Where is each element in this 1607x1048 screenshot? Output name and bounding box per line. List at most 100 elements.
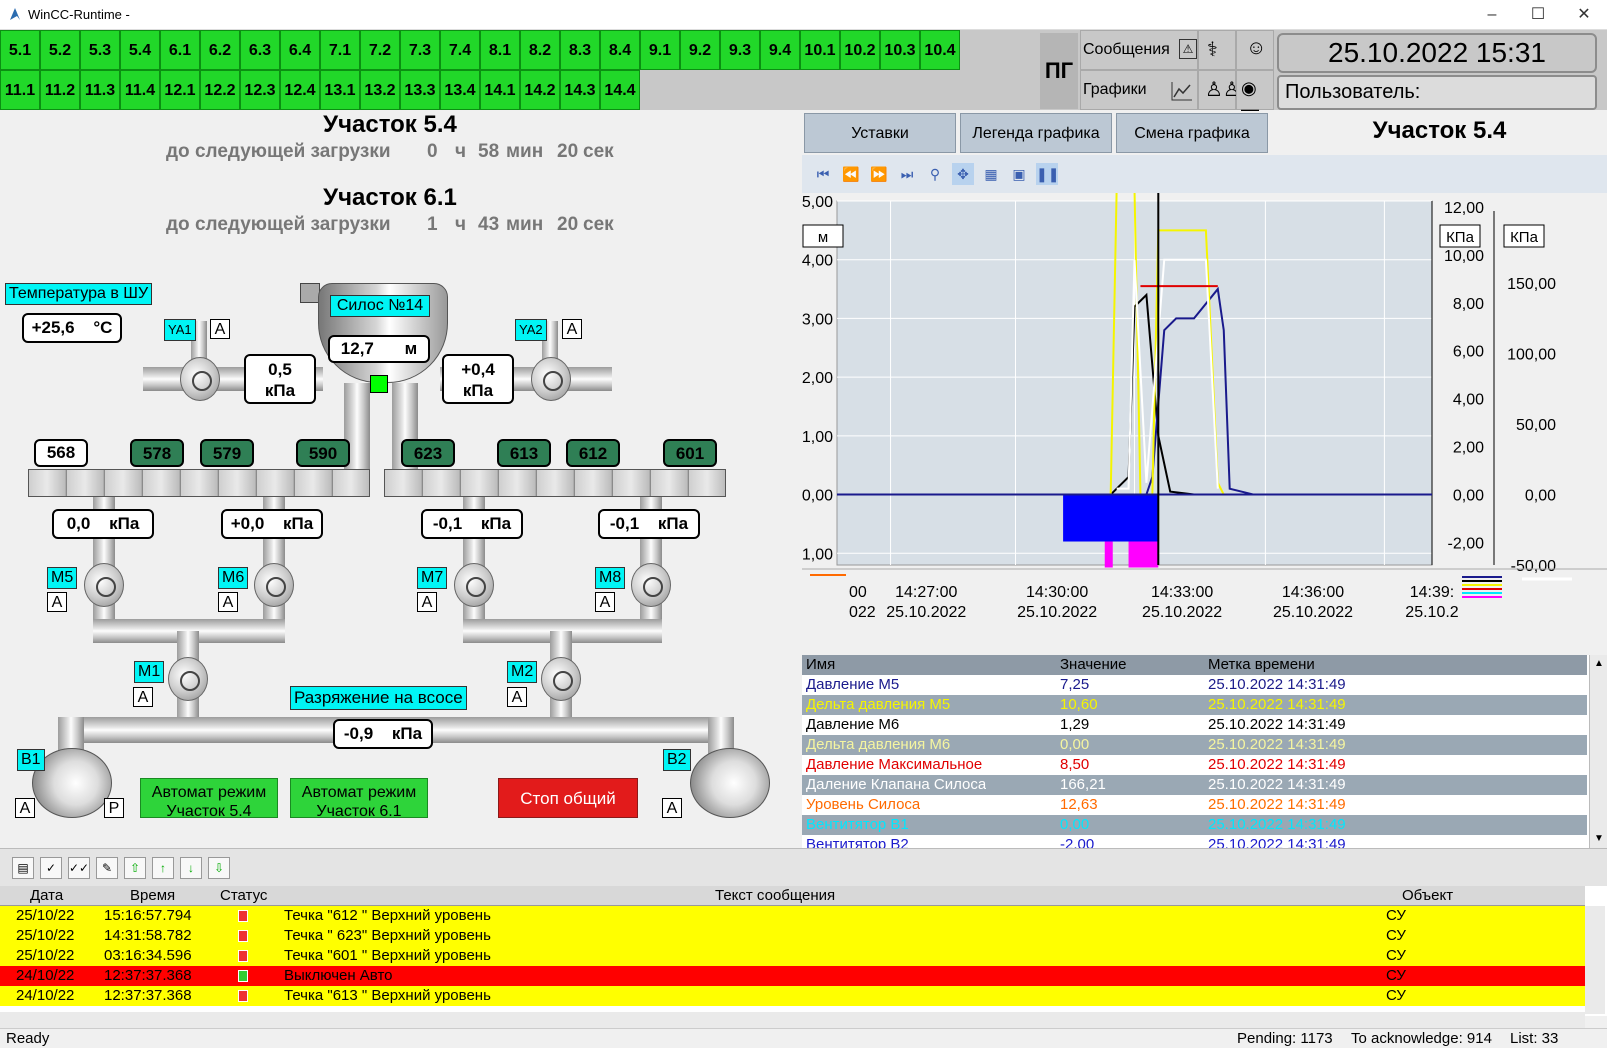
- login-button[interactable]: ◉—: [1236, 70, 1274, 119]
- prev-icon[interactable]: ⏪: [840, 163, 862, 185]
- area-tab[interactable]: 10.1: [800, 30, 840, 70]
- area-tab[interactable]: 11.2: [40, 70, 80, 110]
- area-tab[interactable]: 11.1: [0, 70, 40, 110]
- value-row[interactable]: Давление Максимальное 8,50 25.10.2022 14:3…: [802, 755, 1587, 775]
- silo-indicator[interactable]: [300, 283, 320, 303]
- move-icon[interactable]: ✥: [952, 163, 974, 185]
- area-tab[interactable]: 5.1: [0, 30, 40, 70]
- m7-valve-icon[interactable]: [454, 563, 494, 607]
- m8-mode[interactable]: A: [595, 592, 615, 612]
- alarm-row[interactable]: 25/10/22 15:16:57.794 Течка "612 " Верхний…: [0, 906, 1585, 926]
- area-tab[interactable]: 6.1: [160, 30, 200, 70]
- area-tab[interactable]: 6.3: [240, 30, 280, 70]
- area-tab[interactable]: 5.3: [80, 30, 120, 70]
- area-tab[interactable]: 14.4: [600, 70, 640, 110]
- m1-mode[interactable]: A: [133, 687, 153, 707]
- original-view-icon[interactable]: ▣: [1008, 163, 1030, 185]
- b2-mode-a[interactable]: A: [662, 798, 682, 818]
- value-row[interactable]: Вентитятор В1 0,00 25.10.2022 14:31:49: [802, 815, 1587, 835]
- m2-valve-icon[interactable]: [541, 657, 581, 701]
- next-icon[interactable]: ⏩: [868, 163, 890, 185]
- m5-valve-icon[interactable]: [84, 563, 124, 607]
- alarm-row[interactable]: 25/10/22 03:16:34.596 Течка "601 " Верхний…: [0, 946, 1585, 966]
- auto-mode-6-1-button[interactable]: Автомат режим Участок 6.1: [290, 778, 428, 820]
- last-icon[interactable]: ⏭: [896, 163, 918, 185]
- pause-icon[interactable]: ❚❚: [1036, 163, 1059, 185]
- area-tab[interactable]: 7.2: [360, 30, 400, 70]
- area-tab[interactable]: 6.2: [200, 30, 240, 70]
- area-tab[interactable]: 13.1: [320, 70, 360, 110]
- prev-message-icon[interactable]: ↑: [152, 857, 174, 879]
- area-tab[interactable]: 14.2: [520, 70, 560, 110]
- scroll-down-icon[interactable]: ▼: [1590, 830, 1607, 848]
- area-tab[interactable]: 12.4: [280, 70, 320, 110]
- first-message-icon[interactable]: ⇧: [124, 857, 146, 879]
- ya2-valve-icon[interactable]: [531, 357, 571, 401]
- value-row[interactable]: Давление М6 1,29 25.10.2022 14:31:49: [802, 715, 1587, 735]
- next-message-icon[interactable]: ↓: [180, 857, 202, 879]
- area-tab[interactable]: 12.2: [200, 70, 240, 110]
- area-tab[interactable]: 9.4: [760, 30, 800, 70]
- area-tab[interactable]: 12.3: [240, 70, 280, 110]
- b1-mode-a[interactable]: A: [15, 798, 35, 818]
- area-tab[interactable]: 8.3: [560, 30, 600, 70]
- area-tab[interactable]: 13.4: [440, 70, 480, 110]
- value-row[interactable]: Даление Клапана Силоса 166,21 25.10.2022 1…: [802, 775, 1587, 795]
- ack-icon[interactable]: ✓: [40, 857, 62, 879]
- users-button[interactable]: ♙♙: [1198, 70, 1241, 110]
- counter-568[interactable]: 568: [34, 439, 88, 467]
- stethoscope-button[interactable]: ⚕: [1198, 30, 1236, 70]
- area-tab[interactable]: 9.3: [720, 30, 760, 70]
- counter-613[interactable]: 613: [497, 439, 551, 467]
- operator-button[interactable]: ☺: [1236, 30, 1274, 70]
- area-tab[interactable]: 6.4: [280, 30, 320, 70]
- value-row[interactable]: Дельта давления М6 0,00 25.10.2022 14:31:4…: [802, 735, 1587, 755]
- m6-mode[interactable]: A: [218, 592, 238, 612]
- area-tab[interactable]: 7.4: [440, 30, 480, 70]
- area-tab[interactable]: 14.1: [480, 70, 520, 110]
- counter-612[interactable]: 612: [566, 439, 620, 467]
- area-tab[interactable]: 8.2: [520, 30, 560, 70]
- ya2-mode[interactable]: A: [562, 319, 582, 339]
- alarm-list-icon[interactable]: ▤: [12, 857, 34, 879]
- area-tab[interactable]: 5.4: [120, 30, 160, 70]
- alarm-row[interactable]: 24/10/22 12:37:37.368 Выключен Авто СУ: [0, 966, 1585, 986]
- charts-button[interactable]: Графики: [1080, 70, 1198, 110]
- area-tab[interactable]: 10.2: [840, 30, 880, 70]
- values-scrollbar[interactable]: ▲ ▼: [1589, 655, 1607, 848]
- counter-579[interactable]: 579: [200, 439, 254, 467]
- counter-601[interactable]: 601: [663, 439, 717, 467]
- value-row[interactable]: Уровень Силоса 12,63 25.10.2022 14:31:49: [802, 795, 1587, 815]
- area-tab[interactable]: 10.4: [920, 30, 960, 70]
- minimize-icon[interactable]: –: [1469, 0, 1515, 30]
- area-tab[interactable]: 14.3: [560, 70, 600, 110]
- ruler-icon[interactable]: ▦: [980, 163, 1002, 185]
- m8-valve-icon[interactable]: [631, 563, 671, 607]
- tab-legend[interactable]: Легенда графика: [960, 113, 1112, 153]
- alarm-scrollbar[interactable]: [1585, 906, 1605, 1014]
- area-tab[interactable]: 13.3: [400, 70, 440, 110]
- area-tab[interactable]: 9.2: [680, 30, 720, 70]
- m2-mode[interactable]: A: [507, 687, 527, 707]
- m5-mode[interactable]: A: [47, 592, 67, 612]
- alarm-row[interactable]: 25/10/22 14:31:58.782 Течка " 623" Верхний…: [0, 926, 1585, 946]
- first-icon[interactable]: ⏮: [812, 163, 834, 185]
- b2-pump-icon[interactable]: [690, 748, 770, 818]
- m7-mode[interactable]: A: [417, 592, 437, 612]
- maximize-icon[interactable]: ☐: [1515, 0, 1561, 30]
- properties-icon[interactable]: ✎: [96, 857, 118, 879]
- area-tab[interactable]: 11.4: [120, 70, 160, 110]
- ya1-mode[interactable]: A: [210, 319, 230, 339]
- area-tab[interactable]: 5.2: [40, 30, 80, 70]
- pg-button[interactable]: ПГ: [1040, 33, 1078, 109]
- area-tab[interactable]: 7.3: [400, 30, 440, 70]
- ya1-valve-icon[interactable]: [180, 357, 220, 401]
- messages-button[interactable]: Сообщения ⚠: [1080, 30, 1198, 70]
- area-tab[interactable]: 13.2: [360, 70, 400, 110]
- last-message-icon[interactable]: ⇩: [208, 857, 230, 879]
- counter-590[interactable]: 590: [296, 439, 350, 467]
- alarm-row[interactable]: 24/10/22 12:37:37.368 Течка "613 " Верхний…: [0, 986, 1585, 1006]
- counter-578[interactable]: 578: [130, 439, 184, 467]
- area-tab[interactable]: 8.4: [600, 30, 640, 70]
- area-tab[interactable]: 8.1: [480, 30, 520, 70]
